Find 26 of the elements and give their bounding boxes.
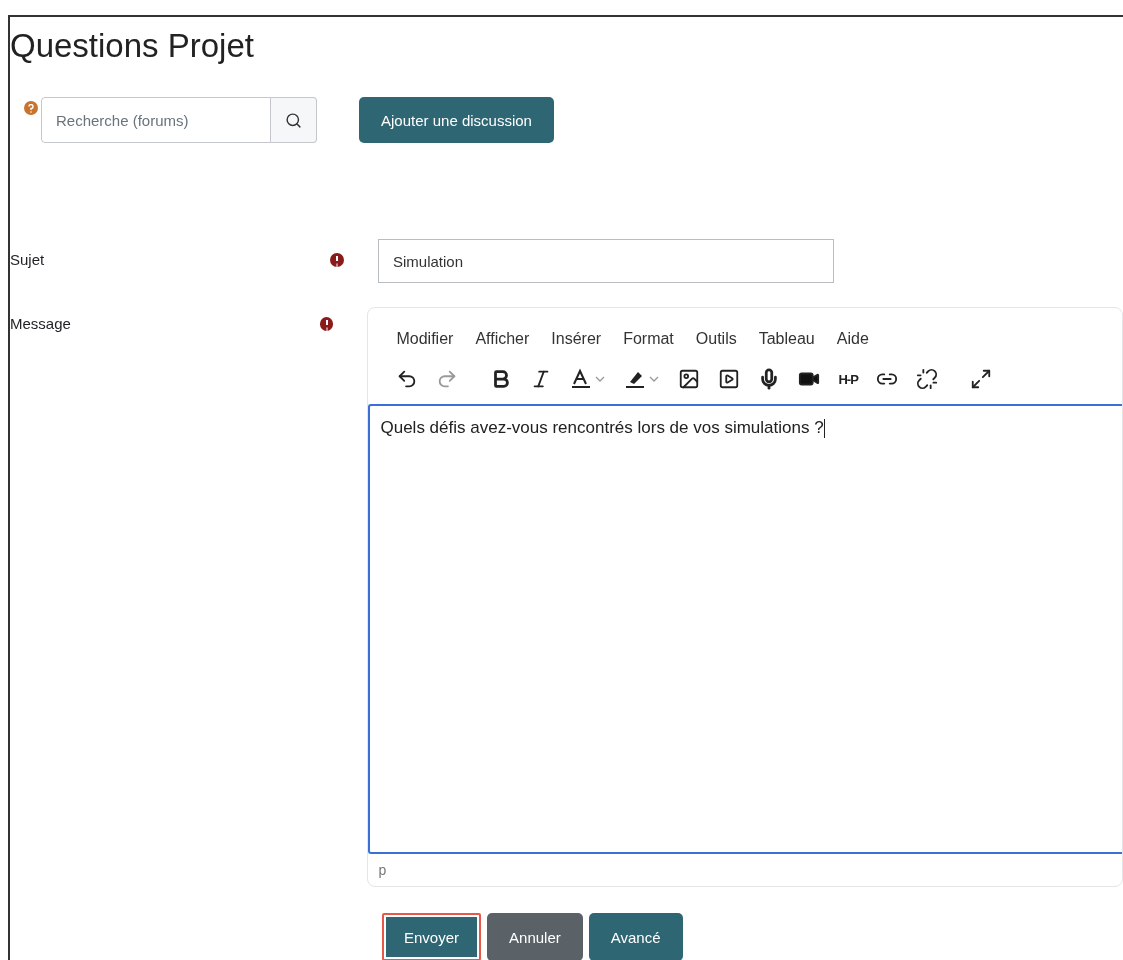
search-icon [285,111,302,129]
menu-item[interactable]: Insérer [551,330,602,348]
menu-item[interactable]: Aide [836,330,869,348]
menu-item[interactable]: Format [623,330,674,348]
form-button[interactable]: Annuler [487,913,583,960]
menu-item[interactable]: Modifier [396,330,454,348]
add-discussion-button[interactable]: Ajouter une discussion [359,97,554,143]
help-icon[interactable] [24,101,38,115]
field-label: Message [10,314,72,332]
menu-item[interactable]: Outils [695,330,737,348]
message-textarea[interactable]: Quels défis avez-vous rencontrés lors de vos simulations ? [368,404,1122,854]
form-button[interactable]: Avancé [588,913,683,960]
menu-item[interactable]: Afficher [475,330,530,348]
h5p-button[interactable]: H-P [838,371,858,387]
image-icon[interactable] [678,368,701,390]
media-icon[interactable] [718,368,741,390]
subject-field[interactable]: Simulation [378,239,834,283]
page-title: Questions Projet [10,26,255,65]
unlink-icon[interactable] [915,368,938,390]
element-path: p [377,861,388,880]
menu-item[interactable]: Tableau [758,330,815,348]
form-button[interactable]: Envoyer [382,913,482,960]
search-button[interactable] [271,97,317,143]
text-color-icon[interactable] [570,368,607,390]
field-label: Sujet [10,250,46,268]
search-field[interactable]: Recherche (forums) [41,97,271,143]
